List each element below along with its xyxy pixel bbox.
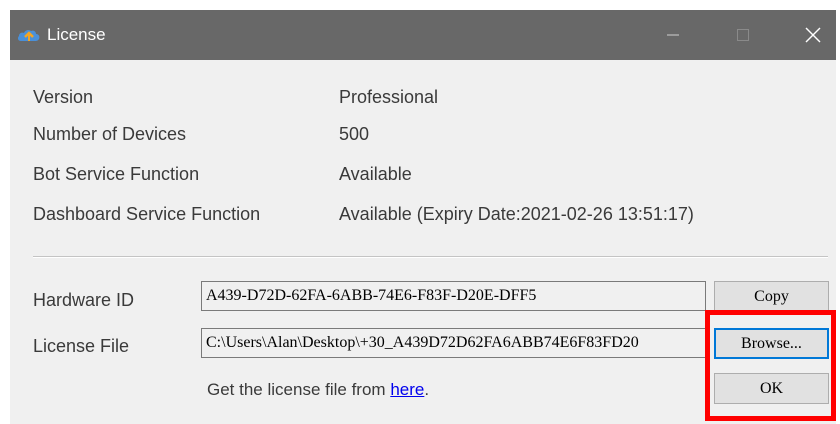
close-icon [805, 27, 821, 43]
bot-service-value: Available [339, 164, 412, 184]
license-hint-prefix: Get the license file from [207, 380, 391, 399]
section-divider [33, 256, 828, 258]
copy-button[interactable]: Copy [714, 281, 829, 312]
license-hint-suffix: . [424, 380, 430, 399]
version-value: Professional [339, 87, 439, 107]
window-title: License [47, 25, 106, 44]
hardware-id-field[interactable]: A439-D72D-62FA-6ABB-74E6-F83F-D20E-DFF5 [201, 281, 706, 311]
version-label: Version [33, 87, 94, 107]
minimize-icon [667, 34, 679, 36]
license-hint: Get the license file from here. [207, 379, 429, 401]
browse-button[interactable]: Browse... [714, 328, 829, 359]
highlight-annotation [705, 310, 836, 421]
title-bar[interactable]: License [10, 10, 836, 60]
license-file-field[interactable]: C:\Users\Alan\Desktop\+30_A439D72D62FA6A… [201, 328, 706, 358]
device-count-label: Number of Devices [33, 124, 187, 144]
cloud-app-icon [17, 29, 40, 41]
device-count-value: 500 [339, 124, 370, 144]
ok-button[interactable]: OK [714, 373, 829, 404]
close-button[interactable] [790, 10, 836, 60]
dashboard-service-value: Available (Expiry Date:2021-02-26 13:51:… [339, 204, 694, 224]
minimize-button[interactable] [650, 10, 696, 60]
maximize-button[interactable] [720, 10, 766, 60]
maximize-icon [737, 29, 749, 41]
license-file-label: License File [33, 336, 130, 356]
license-link[interactable]: here [390, 380, 424, 399]
hardware-id-label: Hardware ID [33, 290, 135, 310]
license-dialog: License Version Professional Number of D… [10, 10, 836, 424]
dashboard-service-label: Dashboard Service Function [33, 204, 261, 224]
bot-service-label: Bot Service Function [33, 164, 200, 184]
